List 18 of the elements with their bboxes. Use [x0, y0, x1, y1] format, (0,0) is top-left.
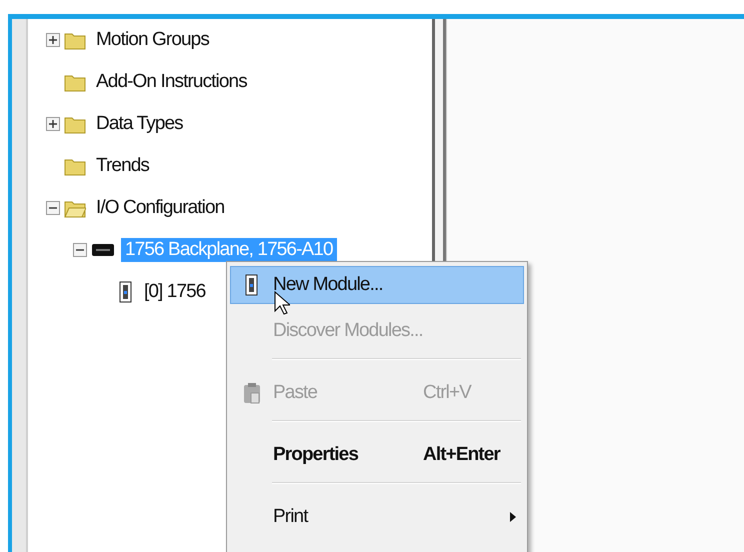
menu-item[interactable]: New Module...: [230, 266, 524, 304]
collapse-icon[interactable]: [46, 201, 60, 215]
tree-item[interactable]: [0] 1756: [140, 280, 210, 304]
module-icon: [118, 281, 134, 303]
clipboard-icon: [243, 382, 261, 404]
cursor-icon: [274, 291, 290, 315]
collapse-icon[interactable]: [73, 243, 87, 257]
tree-item[interactable]: Add-On Instructions: [92, 70, 251, 94]
tree-item[interactable]: Trends: [92, 154, 154, 178]
expand-icon[interactable]: [46, 117, 60, 131]
menu-item[interactable]: Print: [230, 498, 524, 536]
tree-item[interactable]: Data Types: [92, 112, 187, 136]
module-icon: [244, 274, 260, 296]
tree-item[interactable]: I/O Configuration: [92, 196, 228, 220]
expand-icon[interactable]: [46, 33, 60, 47]
backplane-icon: [91, 242, 115, 258]
menu-item[interactable]: Properties Alt+Enter: [230, 436, 524, 474]
tree-item[interactable]: Motion Groups: [92, 28, 213, 52]
